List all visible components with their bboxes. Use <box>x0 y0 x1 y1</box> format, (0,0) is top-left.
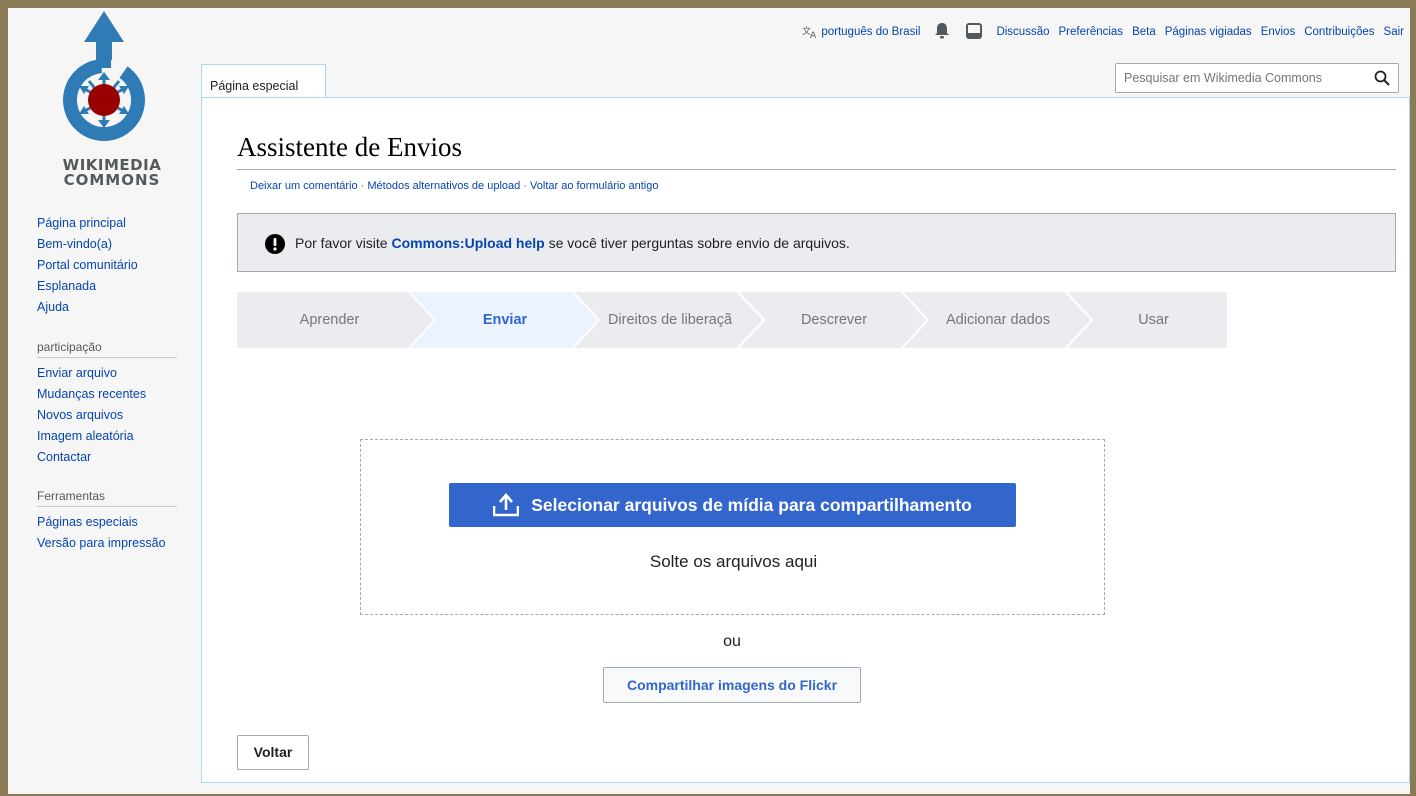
upload-help-notice: Por favor visite Commons:Upload help se … <box>237 213 1396 272</box>
file-drop-zone[interactable]: Selecionar arquivos de mídia para compar… <box>360 439 1105 615</box>
link-separator: · <box>520 180 531 192</box>
alert-icon <box>265 234 285 259</box>
personal-link-discussao[interactable]: Discussão <box>996 26 1049 38</box>
back-button[interactable]: Voltar <box>237 735 309 770</box>
commons-logo-icon <box>63 11 145 141</box>
sidebar-item-portal-comunitario[interactable]: Portal comunitário <box>37 255 197 276</box>
personal-link-sair[interactable]: Sair <box>1384 26 1404 38</box>
step-aprender: Aprender <box>299 312 360 328</box>
notice-text-after: se você tiver perguntas sobre envio de a… <box>544 235 850 251</box>
sidebar-item-mudancas-recentes[interactable]: Mudanças recentes <box>37 384 197 405</box>
step-direitos-de-liberacao: Direitos de liberaçã <box>607 312 733 328</box>
page-title: Assistente de Envios <box>237 132 462 162</box>
search-box <box>1115 63 1399 93</box>
tab-pagina-especial[interactable]: Página especial <box>201 64 326 98</box>
wizard-steps: Aprender Enviar Direitos de liberaçã Des… <box>237 292 1227 348</box>
title-divider <box>237 169 1396 170</box>
notifications-bell-icon[interactable] <box>934 22 950 42</box>
notice-text-before: Por favor visite <box>295 235 392 251</box>
search-input[interactable] <box>1124 71 1359 85</box>
sidebar-item-versao-impressao[interactable]: Versão para impressão <box>37 533 197 554</box>
or-separator: ou <box>723 633 741 650</box>
personal-link-contribuicoes[interactable]: Contribuições <box>1304 26 1374 38</box>
sidebar-heading-participacao: participação <box>37 340 177 358</box>
language-label: português do Brasil <box>821 26 921 38</box>
alternative-upload-methods-link[interactable]: Métodos alternativos de upload <box>367 180 520 192</box>
search-icon[interactable] <box>1374 70 1390 91</box>
step-enviar: Enviar <box>482 312 528 328</box>
logo-wordmark-line2: COMMONS <box>63 171 161 189</box>
old-form-link[interactable]: Voltar ao formulário antigo <box>530 180 658 192</box>
main-content: Assistente de Envios Deixar um comentári… <box>201 97 1410 783</box>
sidebar-main-nav: Página principal Bem-vindo(a) Portal com… <box>37 213 197 318</box>
step-usar: Usar <box>1138 312 1169 328</box>
wiki-page: WIKIMEDIA COMMONS Página principal Bem-v… <box>8 8 1410 794</box>
step-adicionar-dados: Adicionar dados <box>946 312 1050 328</box>
sidebar-item-bem-vindo[interactable]: Bem-vindo(a) <box>37 234 197 255</box>
sidebar-item-ajuda[interactable]: Ajuda <box>37 297 197 318</box>
step-descrever: Descrever <box>800 312 868 328</box>
sidebar-heading-ferramentas: Ferramentas <box>37 489 177 507</box>
sidebar-item-contactar[interactable]: Contactar <box>37 447 197 468</box>
personal-link-beta[interactable]: Beta <box>1132 26 1156 38</box>
drop-files-hint: Solte os arquivos aqui <box>649 552 818 571</box>
sidebar-item-enviar-arquivo[interactable]: Enviar arquivo <box>37 363 197 384</box>
personal-link-preferencias[interactable]: Preferências <box>1059 26 1124 38</box>
personal-link-paginas-vigiadas[interactable]: Páginas vigiadas <box>1165 26 1252 38</box>
sidebar-item-pagina-principal[interactable]: Página principal <box>37 213 197 234</box>
sidebar-item-paginas-especiais[interactable]: Páginas especiais <box>37 512 197 533</box>
personal-link-envios[interactable]: Envios <box>1261 26 1296 38</box>
sidebar-tools-nav: Páginas especiais Versão para impressão <box>37 512 197 554</box>
notices-tray-icon[interactable] <box>966 22 983 42</box>
notice-text: Por favor visite Commons:Upload help se … <box>295 235 850 251</box>
logo-wordmark: WIKIMEDIA COMMONS <box>42 158 182 188</box>
feedback-link[interactable]: Deixar um comentário <box>250 180 358 192</box>
share-flickr-images-button[interactable]: Compartilhar imagens do Flickr <box>603 667 861 703</box>
sidebar-item-imagem-aleatoria[interactable]: Imagem aleatória <box>37 426 197 447</box>
link-separator: · <box>357 180 368 192</box>
upload-help-link[interactable]: Commons:Upload help <box>391 235 544 251</box>
svg-text:A: A <box>810 31 817 39</box>
upload-wizard-links: Deixar um comentário · Métodos alternati… <box>250 180 658 192</box>
sidebar-item-esplanada[interactable]: Esplanada <box>37 276 197 297</box>
select-media-files-button[interactable]: Selecionar arquivos de mídia para compar… <box>449 483 1016 527</box>
personal-tools-bar: 文 A português do Brasil Discussão Prefer… <box>802 22 1404 42</box>
sidebar-participation-nav: Enviar arquivo Mudanças recentes Novos a… <box>37 363 197 468</box>
upload-icon <box>493 493 520 517</box>
translate-icon: 文 A <box>802 25 817 39</box>
sidebar-item-novos-arquivos[interactable]: Novos arquivos <box>37 405 197 426</box>
select-media-files-label: Selecionar arquivos de mídia para compar… <box>531 494 972 515</box>
language-selector[interactable]: 文 A português do Brasil <box>802 25 920 39</box>
